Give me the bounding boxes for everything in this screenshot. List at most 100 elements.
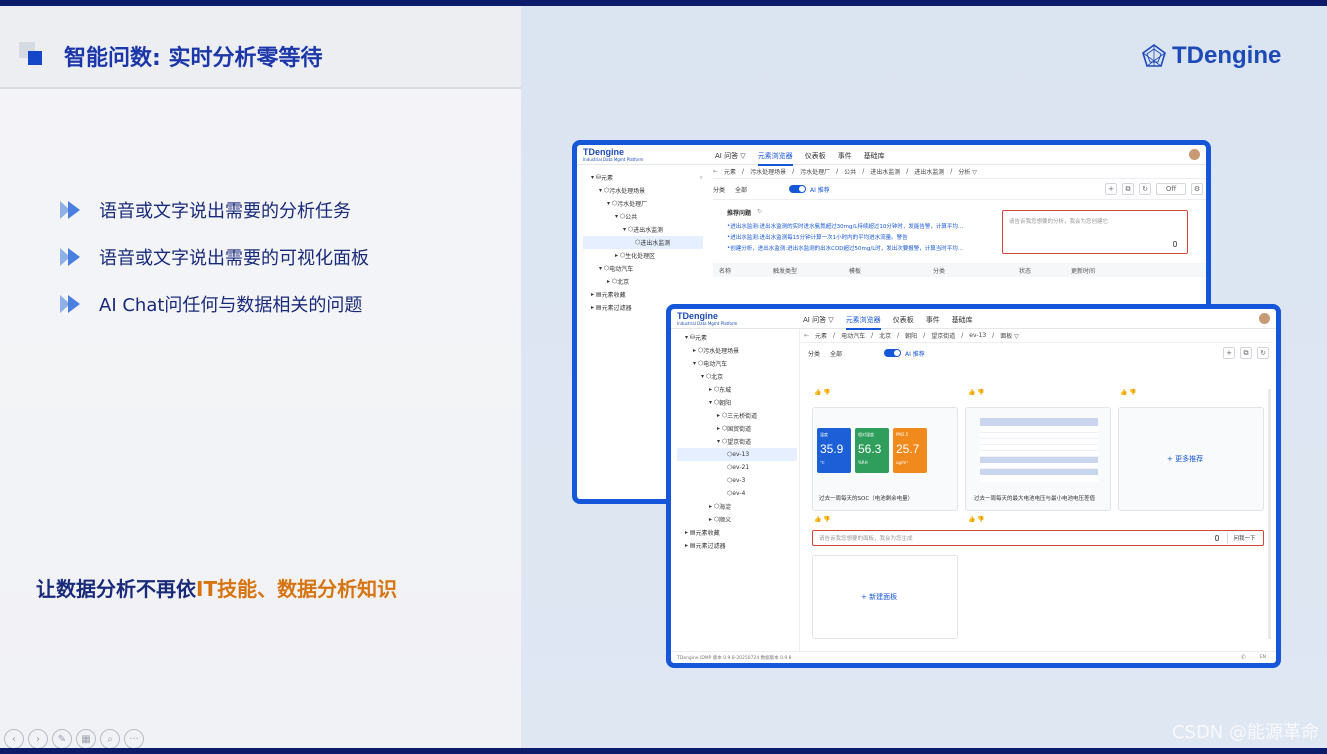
nav-events[interactable]: 事件 [838, 151, 852, 166]
next-slide-icon[interactable]: › [28, 729, 48, 748]
column-header[interactable]: 触发类型 [773, 266, 849, 275]
new-panel-link[interactable]: + 新建面板 [861, 592, 897, 602]
off-select[interactable]: Off [1156, 183, 1186, 195]
breadcrumb-item[interactable]: 进出水监测 [914, 167, 944, 176]
nav-element-browser[interactable]: 元素浏览器 [757, 151, 793, 166]
breadcrumb-item[interactable]: 分析 ▽ [958, 167, 977, 176]
tree-node[interactable]: ▸ ⬡ 东城 [677, 383, 797, 396]
breadcrumb-item[interactable]: 污水处理厂 [800, 167, 830, 176]
tree-node[interactable]: ▸ ▤ 元素收藏 [677, 526, 797, 539]
collapse-icon[interactable]: ⇤ [804, 332, 809, 339]
tree-node[interactable]: ▸ ⬡ 海淀 [677, 500, 797, 513]
breadcrumb-item[interactable]: 朝阳 [905, 331, 917, 340]
tree-node-selected[interactable]: ⬡ 进出水监测 [583, 236, 703, 249]
more-recommendations-card[interactable]: + 更多推荐 [1118, 407, 1264, 511]
avatar[interactable] [1189, 149, 1200, 160]
tree-node[interactable]: ▸ ⬡ 污水处理场景 [677, 344, 797, 357]
new-panel-card[interactable]: + 新建面板 [812, 555, 958, 639]
search-icon[interactable]: ⌕ [700, 174, 703, 182]
settings-icon[interactable]: ⚙ [1191, 183, 1203, 195]
more-icon[interactable]: ··· [124, 729, 144, 748]
column-header[interactable]: 分类 [933, 266, 1019, 275]
tree-node[interactable]: ▾ ⬡ 朝阳 [677, 396, 797, 409]
column-header[interactable]: 更新时间 [1071, 266, 1131, 275]
scrollbar[interactable] [1268, 389, 1271, 639]
nav-library[interactable]: 基础库 [864, 151, 885, 166]
refresh-icon[interactable]: ↻ [757, 208, 762, 215]
tree-node[interactable]: ▾ ⬡ 污水处理厂 [583, 197, 703, 210]
breadcrumb-item[interactable]: 进出水监测 [870, 167, 900, 176]
tree-node[interactable]: ▾ ⛁ 元素 [677, 331, 797, 344]
tree-node[interactable]: ⬡ ev-21 [677, 461, 797, 474]
question-link[interactable]: • 创建分析，进出水监测:进出水监测的出水COD超过50mg/L时，发出次要报警… [727, 242, 997, 253]
pen-icon[interactable]: ✎ [52, 729, 72, 748]
tree-node[interactable]: ▸ ▤ 元素过滤器 [677, 539, 797, 552]
language-toggle[interactable]: EN [1260, 655, 1266, 660]
tree-node[interactable]: ▸ ▤ 元素收藏 [583, 288, 703, 301]
collapse-icon[interactable]: ⇤ [713, 168, 718, 175]
tree-node[interactable]: ▸ ⬡ 三元桥街道 [677, 409, 797, 422]
zoom-icon[interactable]: ⌕ [100, 729, 120, 748]
phone-icon[interactable]: ✆ [1241, 654, 1246, 661]
add-icon[interactable]: + [1223, 347, 1235, 359]
question-link[interactable]: • 进出水监测:进出水监测每15分钟计算一次1小时内的平均进水流量。警告 [727, 231, 997, 242]
breadcrumb-item[interactable]: ev-13 [969, 332, 986, 339]
column-header[interactable]: 模板 [849, 266, 933, 275]
tree-node[interactable]: ▾ ⛁ 元素 ⌕ [583, 171, 703, 184]
thumbs-icons[interactable]: 👍 👎 [1120, 389, 1137, 396]
breadcrumb-item[interactable]: 面板 ▽ [1000, 331, 1019, 340]
ai-recommend-toggle[interactable] [789, 185, 807, 193]
filter-select[interactable]: 全部 [830, 349, 874, 358]
nav-dashboard[interactable]: 仪表板 [805, 151, 826, 166]
column-header[interactable]: 名称 [713, 266, 773, 275]
thumbs-icons[interactable]: 👍 👎 [968, 516, 985, 523]
tree-node[interactable]: ▾ ⬡ 公共 [583, 210, 703, 223]
nav-element-browser[interactable]: 元素浏览器 [845, 315, 881, 330]
refresh-icon[interactable]: ↻ [1257, 347, 1269, 359]
thumbs-icons[interactable]: 👍 👎 [968, 389, 985, 396]
add-icon[interactable]: + [1105, 183, 1117, 195]
prev-slide-icon[interactable]: ‹ [4, 729, 24, 748]
nav-dashboard[interactable]: 仪表板 [893, 315, 914, 330]
more-recommendations-link[interactable]: + 更多推荐 [1167, 454, 1203, 464]
tree-node[interactable]: ▸ ⬡ 顺义 [677, 513, 797, 526]
breadcrumb-item[interactable]: 北京 [879, 331, 891, 340]
copy-icon[interactable]: ⧉ [1122, 183, 1134, 195]
nav-events[interactable]: 事件 [926, 315, 940, 330]
dashboard-card-soc[interactable]: 温度 35.9 ℃ 相对湿度 56.3 %RH PM2.5 25.7 ug/m³… [812, 407, 958, 511]
ai-recommend-toggle[interactable] [884, 349, 902, 357]
microphone-icon[interactable] [1215, 535, 1219, 541]
copy-icon[interactable]: ⧉ [1240, 347, 1252, 359]
slides-grid-icon[interactable]: ▦ [76, 729, 96, 748]
column-header[interactable]: 状态 [1019, 266, 1071, 275]
filter-select[interactable]: 全部 [735, 185, 779, 194]
ai-analysis-input[interactable]: 请告诉我您想要的分析，我会为您创建它 [1002, 210, 1188, 254]
tree-node[interactable]: ▾ ⬡ 污水处理场景 [583, 184, 703, 197]
nav-ai-qa[interactable]: AI 问答 ▽ [715, 151, 746, 166]
tree-node[interactable]: ⬡ ev-4 [677, 487, 797, 500]
nav-library[interactable]: 基础库 [952, 315, 973, 330]
ai-panel-input[interactable]: 请告诉我您想要的面板，我会为您生成 问我一下 [812, 530, 1264, 546]
nav-ai-qa[interactable]: AI 问答 ▽ [803, 315, 834, 330]
microphone-icon[interactable] [1173, 241, 1177, 247]
thumbs-icons[interactable]: 👍 👎 [814, 516, 831, 523]
breadcrumb-item[interactable]: 污水处理场景 [750, 167, 786, 176]
tree-node[interactable]: ⬡ ev-3 [677, 474, 797, 487]
ask-button[interactable]: 问我一下 [1227, 533, 1261, 543]
breadcrumb-item[interactable]: 元素 [724, 167, 736, 176]
tree-node[interactable]: ▸ ⬡ 生化处理区 [583, 249, 703, 262]
breadcrumb-item[interactable]: 元素 [815, 331, 827, 340]
tree-node[interactable]: ▾ ⬡ 电动汽车 [583, 262, 703, 275]
breadcrumb-item[interactable]: 电动汽车 [841, 331, 865, 340]
dashboard-card-voltage[interactable]: 过去一周每天的最大电池电压与最小电池电压差值 [965, 407, 1111, 511]
question-link[interactable]: • 进出水监测:进出水监测的实时进水氨氮超过30mg/L持续超过10分钟时，发能… [727, 220, 997, 231]
refresh-icon[interactable]: ↻ [1139, 183, 1151, 195]
tree-node[interactable]: ▾ ⬡ 进出水监测 [583, 223, 703, 236]
tree-node-selected[interactable]: ⬡ ev-13 [677, 448, 797, 461]
tree-node[interactable]: ▾ ⬡ 北京 [677, 370, 797, 383]
avatar[interactable] [1259, 313, 1270, 324]
breadcrumb-item[interactable]: 公共 [844, 167, 856, 176]
tree-node[interactable]: ▾ ⬡ 电动汽车 [677, 357, 797, 370]
tree-node[interactable]: ▸ ⬡ 北京 [583, 275, 703, 288]
tree-node[interactable]: ▸ ⬡ 国贸街道 [677, 422, 797, 435]
